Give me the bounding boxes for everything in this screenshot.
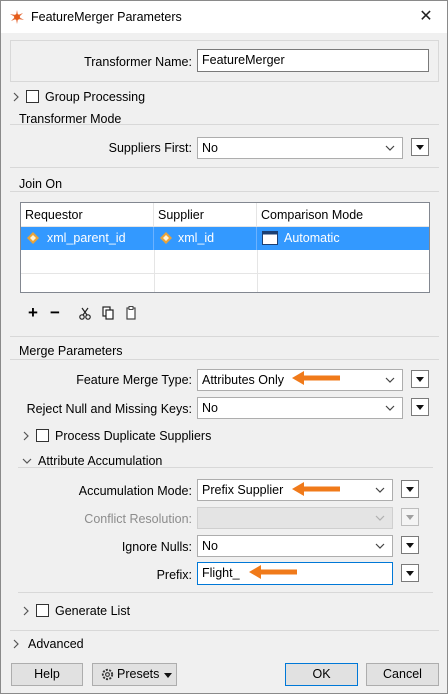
generate-list-expand-icon[interactable] <box>21 606 31 616</box>
group-processing-checkbox[interactable] <box>26 90 39 103</box>
conflict-resolution-select[interactable] <box>197 507 393 529</box>
triangle-down-icon <box>416 405 424 410</box>
presets-label: Presets <box>117 667 160 681</box>
remove-row-button[interactable]: − <box>46 304 64 322</box>
process-duplicate-expand-icon[interactable] <box>21 431 31 441</box>
chevron-down-icon <box>375 543 385 549</box>
accumulation-mode-label: Accumulation Mode: <box>78 484 192 498</box>
generate-list-checkbox[interactable] <box>36 604 49 617</box>
column-divider <box>257 250 258 292</box>
attribute-accumulation-collapse-icon[interactable] <box>22 456 32 466</box>
transformer-name-label: Transformer Name: <box>84 55 192 69</box>
requestor-value: xml_parent_id <box>47 231 126 245</box>
suppliers-first-value: No <box>202 141 218 155</box>
cancel-button[interactable]: Cancel <box>366 663 439 686</box>
feature-merge-type-value: Attributes Only <box>202 373 284 387</box>
annotation-arrow-icon <box>292 482 340 496</box>
join-on-table[interactable]: Requestor Supplier Comparison Mode xml_p… <box>20 202 430 293</box>
attribute-diamond-icon <box>160 232 172 244</box>
merge-parameters-heading: Merge Parameters <box>19 344 123 358</box>
supplier-cell[interactable]: xml_id <box>154 227 257 250</box>
ignore-nulls-label: Ignore Nulls: <box>121 540 192 554</box>
chevron-down-icon <box>385 145 395 151</box>
advanced-label[interactable]: Advanced <box>28 637 84 651</box>
reject-null-menu-button[interactable] <box>411 398 429 416</box>
prefix-menu-button[interactable] <box>401 564 419 582</box>
ignore-nulls-menu-button[interactable] <box>401 536 419 554</box>
ok-button[interactable]: OK <box>285 663 358 686</box>
add-row-button[interactable]: + <box>24 304 42 322</box>
triangle-down-icon <box>416 145 424 150</box>
process-duplicate-label: Process Duplicate Suppliers <box>55 429 212 443</box>
annotation-arrow-icon <box>249 565 297 579</box>
group-processing-expand-icon[interactable] <box>11 92 21 102</box>
chevron-down-icon <box>375 515 385 521</box>
accumulation-mode-menu-button[interactable] <box>401 480 419 498</box>
table-row[interactable]: xml_parent_id xml_id Automatic <box>21 227 429 250</box>
chevron-down-icon <box>375 487 385 493</box>
conflict-resolution-menu-button[interactable] <box>401 508 419 526</box>
title-bar: FeatureMerger Parameters ✕ <box>1 1 447 33</box>
column-header-requestor[interactable]: Requestor <box>21 203 154 227</box>
transformer-name-input[interactable]: FeatureMerger <box>197 49 429 72</box>
feature-merge-type-label: Feature Merge Type: <box>76 373 192 387</box>
advanced-expand-icon[interactable] <box>11 639 21 649</box>
comparison-mode-value: Automatic <box>284 231 340 245</box>
suppliers-first-menu-button[interactable] <box>411 138 429 156</box>
generate-list-label: Generate List <box>55 604 131 618</box>
copy-icon[interactable] <box>99 304 117 322</box>
process-duplicate-checkbox[interactable] <box>36 429 49 442</box>
reject-null-select[interactable]: No <box>197 397 403 419</box>
chevron-down-icon <box>385 377 395 383</box>
conflict-resolution-label: Conflict Resolution: <box>84 512 192 526</box>
fme-app-icon <box>10 10 24 24</box>
triangle-down-icon <box>416 377 424 382</box>
window-title: FeatureMerger Parameters <box>31 10 182 24</box>
dialog-window: FeatureMerger Parameters ✕ Transformer N… <box>0 0 448 694</box>
triangle-down-icon <box>406 543 414 548</box>
suppliers-first-label: Suppliers First: <box>108 141 192 155</box>
column-header-comparison-mode[interactable]: Comparison Mode <box>257 203 429 227</box>
requestor-cell[interactable]: xml_parent_id <box>21 227 154 250</box>
supplier-value: xml_id <box>178 231 215 245</box>
chevron-down-icon <box>385 405 395 411</box>
attribute-accumulation-heading: Attribute Accumulation <box>38 454 163 468</box>
triangle-down-icon <box>406 515 414 520</box>
ignore-nulls-value: No <box>202 539 218 553</box>
triangle-down-icon <box>406 571 414 576</box>
join-on-heading: Join On <box>19 177 63 191</box>
accumulation-mode-value: Prefix Supplier <box>202 483 284 497</box>
scissors-icon[interactable] <box>76 304 94 322</box>
close-button[interactable]: ✕ <box>405 1 447 33</box>
presets-button[interactable]: Presets <box>92 663 177 686</box>
reject-null-label: Reject Null and Missing Keys: <box>26 402 192 416</box>
annotation-arrow-icon <box>292 371 340 385</box>
column-divider <box>154 250 155 292</box>
gear-icon <box>101 668 114 681</box>
paste-icon[interactable] <box>122 304 140 322</box>
ignore-nulls-select[interactable]: No <box>197 535 393 557</box>
empty-row-divider <box>21 273 429 274</box>
prefix-label: Prefix: <box>156 568 192 582</box>
help-button[interactable]: Help <box>11 663 83 686</box>
triangle-down-icon <box>406 487 414 492</box>
group-processing-label: Group Processing <box>45 90 146 104</box>
comparison-mode-cell[interactable]: Automatic <box>257 227 429 250</box>
mode-list-icon <box>262 231 278 245</box>
transformer-mode-heading: Transformer Mode <box>19 112 122 126</box>
triangle-down-icon <box>164 673 172 678</box>
feature-merge-type-menu-button[interactable] <box>411 370 429 388</box>
reject-null-value: No <box>202 401 218 415</box>
attribute-diamond-icon <box>27 232 39 244</box>
column-header-supplier[interactable]: Supplier <box>154 203 257 227</box>
suppliers-first-select[interactable]: No <box>197 137 403 159</box>
